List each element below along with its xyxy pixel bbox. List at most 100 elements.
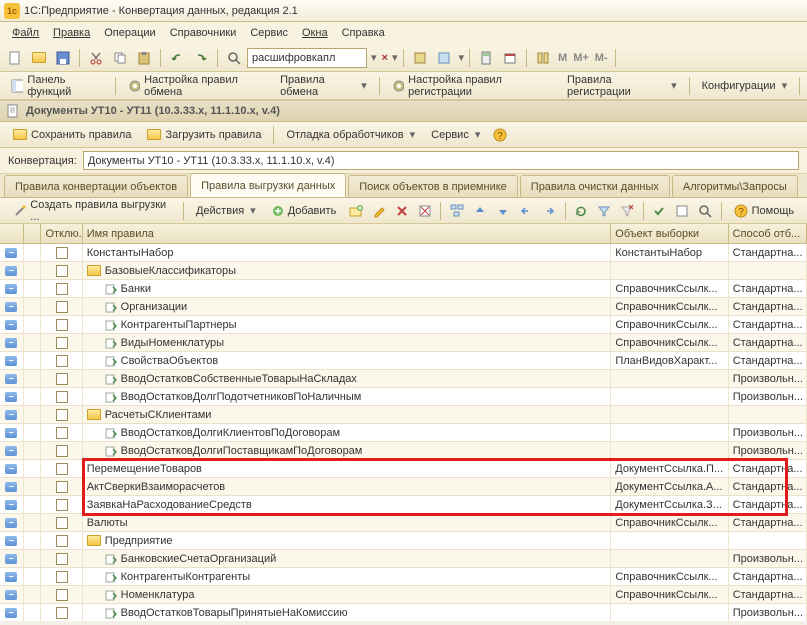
expand-toggle[interactable]: – — [0, 334, 24, 351]
copy-icon[interactable] — [109, 47, 131, 69]
rule-name-cell[interactable]: Предприятие — [83, 532, 612, 549]
tab-object-conversion-rules[interactable]: Правила конвертации объектов — [4, 175, 188, 197]
expand-toggle[interactable]: – — [0, 424, 24, 441]
add-button[interactable]: Добавить — [265, 200, 344, 222]
selection-method-cell[interactable] — [729, 262, 807, 279]
row-disable-checkbox[interactable] — [41, 496, 82, 513]
selection-method-cell[interactable]: Произвольн... — [729, 388, 807, 405]
rule-name-cell[interactable]: КонтрагентыКонтрагенты — [83, 568, 612, 585]
reg-rules-button[interactable]: Правила регистрации▾ — [560, 75, 684, 97]
rule-name-cell[interactable]: ВводОстатковДолгиПоставщикамПоДоговорам — [83, 442, 612, 459]
selection-object-cell[interactable]: ДокументСсылка.П... — [611, 460, 728, 477]
expand-toggle[interactable]: – — [0, 298, 24, 315]
rule-name-cell[interactable]: БанковскиеСчетаОрганизаций — [83, 550, 612, 567]
level-up-icon[interactable] — [516, 200, 537, 222]
table-row[interactable]: –ВводОстатковДолгиПоставщикамПоДоговорам… — [0, 442, 807, 460]
rule-name-cell[interactable]: Банки — [83, 280, 612, 297]
table-row[interactable]: –БазовыеКлассификаторы — [0, 262, 807, 280]
exchange-rules-button[interactable]: Правила обмена▾ — [273, 75, 374, 97]
expand-toggle[interactable]: – — [0, 604, 24, 621]
rule-name-cell[interactable]: РасчетыСКлиентами — [83, 406, 612, 423]
selection-object-cell[interactable] — [611, 262, 728, 279]
row-disable-checkbox[interactable] — [41, 334, 82, 351]
selection-object-cell[interactable] — [611, 424, 728, 441]
grid[interactable]: Отклю... Имя правила Объект выборки Спос… — [0, 224, 807, 621]
selection-method-cell[interactable] — [729, 406, 807, 423]
search-clear-icon[interactable]: × — [382, 52, 388, 64]
table-row[interactable]: –КонстантыНаборКонстантыНаборСтандартна.… — [0, 244, 807, 262]
table-row[interactable]: –АктСверкиВзаиморасчетовДокументСсылка.А… — [0, 478, 807, 496]
rule-name-cell[interactable]: ВводОстатковСобственныеТоварыНаСкладах — [83, 370, 612, 387]
load-rules-button[interactable]: Загрузить правила — [140, 124, 268, 146]
expand-toggle[interactable]: – — [0, 316, 24, 333]
table-row[interactable]: –РасчетыСКлиентами — [0, 406, 807, 424]
memory-m[interactable]: M — [556, 52, 569, 64]
create-export-rules-button[interactable]: Создать правила выгрузки ... — [6, 200, 178, 222]
selection-object-cell[interactable]: ДокументСсылка.З... — [611, 496, 728, 513]
calendar-icon[interactable] — [499, 47, 521, 69]
table-row[interactable]: –ВводОстатковДолгПодотчетниковПоНаличным… — [0, 388, 807, 406]
menu-edit[interactable]: Правка — [47, 25, 96, 41]
row-disable-checkbox[interactable] — [41, 262, 82, 279]
table-row[interactable]: –СвойстваОбъектовПланВидовХаракт...Станд… — [0, 352, 807, 370]
rule-name-cell[interactable]: ВидыНоменклатуры — [83, 334, 612, 351]
expand-toggle[interactable]: – — [0, 388, 24, 405]
selection-object-cell[interactable]: ДокументСсылка.А... — [611, 478, 728, 495]
expand-toggle[interactable]: – — [0, 352, 24, 369]
selection-object-cell[interactable]: СправочникСсылк... — [611, 586, 728, 603]
calc-icon[interactable] — [475, 47, 497, 69]
expand-toggle[interactable]: – — [0, 460, 24, 477]
tab-search-objects[interactable]: Поиск объектов в приемнике — [348, 175, 518, 197]
open-icon[interactable] — [28, 47, 50, 69]
tab-cleanup-rules[interactable]: Правила очистки данных — [520, 175, 670, 197]
expand-toggle[interactable]: – — [0, 568, 24, 585]
paste-icon[interactable] — [133, 47, 155, 69]
table-row[interactable]: –ВалютыСправочникСсылк...Стандартна... — [0, 514, 807, 532]
search-input[interactable]: расшифровкапл — [247, 48, 367, 68]
selection-method-cell[interactable] — [729, 532, 807, 549]
table-row[interactable]: – Предприятие — [0, 532, 807, 550]
rule-name-cell[interactable]: ВводОстатковТоварыПринятыеНаКомиссию — [83, 604, 612, 621]
table-row[interactable]: –ВводОстатковТоварыПринятыеНаКомиссиюПро… — [0, 604, 807, 621]
row-disable-checkbox[interactable] — [41, 406, 82, 423]
table-row[interactable]: –ЗаявкаНаРасходованиеСредствДокументСсыл… — [0, 496, 807, 514]
rule-name-cell[interactable]: БазовыеКлассификаторы — [83, 262, 612, 279]
row-disable-checkbox[interactable] — [41, 586, 82, 603]
selection-method-cell[interactable]: Стандартна... — [729, 352, 807, 369]
menu-help[interactable]: Справка — [336, 25, 391, 41]
hierarchy-icon[interactable] — [446, 200, 467, 222]
check-icon[interactable] — [649, 200, 670, 222]
selection-method-cell[interactable]: Стандартна... — [729, 514, 807, 531]
tool-b-icon[interactable] — [433, 47, 455, 69]
menu-windows[interactable]: Окна — [296, 25, 334, 41]
move-up-icon[interactable] — [469, 200, 490, 222]
expand-toggle[interactable]: – — [0, 244, 24, 261]
setup-exchange-rules-button[interactable]: Настройка правил обмена — [121, 75, 271, 97]
move-down-icon[interactable] — [492, 200, 513, 222]
selection-object-cell[interactable] — [611, 406, 728, 423]
expand-toggle[interactable]: – — [0, 532, 24, 549]
memory-m-plus[interactable]: M+ — [571, 52, 591, 64]
expand-toggle[interactable]: – — [0, 550, 24, 567]
redo-icon[interactable] — [190, 47, 212, 69]
rule-name-cell[interactable]: Номенклатура — [83, 586, 612, 603]
uncheck-icon[interactable] — [672, 200, 693, 222]
panel-functions-button[interactable]: Панель функций — [4, 75, 110, 97]
rule-name-cell[interactable]: ВводОстатковДолгиКлиентовПоДоговорам — [83, 424, 612, 441]
find-icon[interactable] — [223, 47, 245, 69]
selection-method-cell[interactable]: Стандартна... — [729, 586, 807, 603]
tool-a-icon[interactable] — [409, 47, 431, 69]
selection-method-cell[interactable]: Стандартна... — [729, 280, 807, 297]
table-row[interactable]: –ВводОстатковСобственныеТоварыНаСкладахП… — [0, 370, 807, 388]
menu-service[interactable]: Сервис — [244, 25, 294, 41]
col-selection-object[interactable]: Объект выборки — [611, 224, 728, 243]
search-dropdown-icon[interactable]: ▾ — [371, 51, 377, 64]
save-rules-button[interactable]: Сохранить правила — [6, 124, 138, 146]
expand-toggle[interactable]: – — [0, 370, 24, 387]
selection-object-cell[interactable] — [611, 532, 728, 549]
row-disable-checkbox[interactable] — [41, 388, 82, 405]
expand-toggle[interactable]: – — [0, 496, 24, 513]
selection-method-cell[interactable]: Стандартна... — [729, 478, 807, 495]
rule-name-cell[interactable]: КонстантыНабор — [83, 244, 612, 261]
table-row[interactable]: –КонтрагентыПартнерыСправочникСсылк...Ст… — [0, 316, 807, 334]
